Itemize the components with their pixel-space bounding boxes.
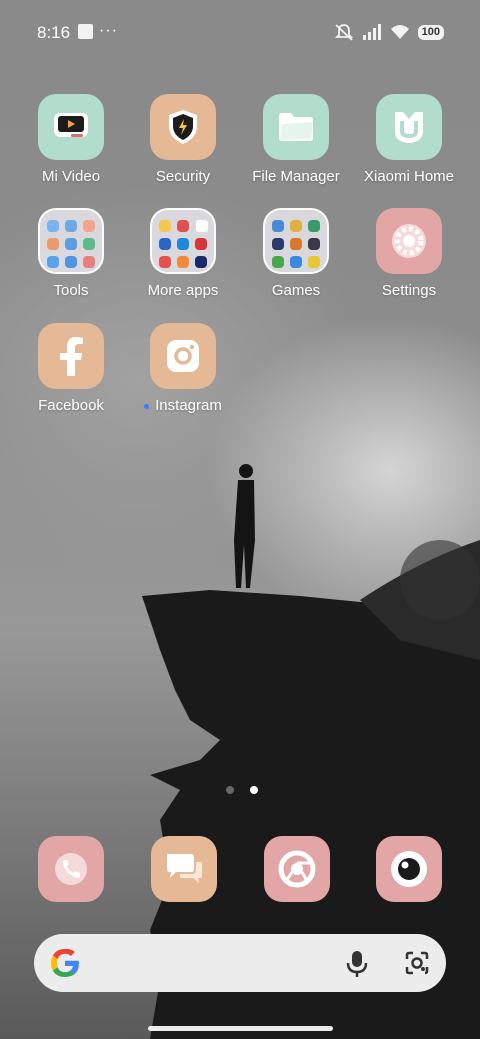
xiaomi-home-icon xyxy=(376,94,442,160)
app-facebook[interactable]: Facebook xyxy=(16,323,126,414)
folder-games[interactable]: Games xyxy=(241,208,351,299)
messages-icon xyxy=(167,854,202,883)
security-shield-icon xyxy=(150,94,216,160)
facebook-icon xyxy=(38,323,104,389)
app-instagram[interactable]: Instagram xyxy=(128,323,238,414)
google-lens-icon[interactable] xyxy=(404,950,430,976)
file-manager-icon xyxy=(263,94,329,160)
google-search-bar[interactable] xyxy=(34,934,446,992)
status-bar: 8:16 ··· 100 xyxy=(0,0,480,64)
clock: 8:16 xyxy=(37,23,71,42)
folder-more-apps[interactable]: More apps xyxy=(128,208,238,299)
silent-icon xyxy=(334,24,353,41)
app-mi-video[interactable]: Mi Video xyxy=(16,94,126,185)
home-gesture-bar[interactable] xyxy=(148,1026,333,1031)
camera-icon xyxy=(391,851,427,887)
folder-tools[interactable]: Tools xyxy=(16,208,126,299)
app-label: Facebook xyxy=(38,397,104,414)
app-label: Instagram xyxy=(155,397,222,414)
instagram-icon xyxy=(150,323,216,389)
more-apps-folder-icon xyxy=(150,208,216,274)
dock-phone[interactable] xyxy=(38,836,104,902)
dock-camera[interactable] xyxy=(376,836,442,902)
chrome-icon xyxy=(278,850,316,888)
app-label: Games xyxy=(271,282,321,299)
page-indicator xyxy=(226,786,258,794)
notification-square-icon xyxy=(78,24,93,39)
app-xiaomi-home[interactable]: Xiaomi Home xyxy=(354,94,464,185)
app-label: Security xyxy=(155,168,211,185)
page-dot[interactable] xyxy=(226,786,234,794)
dock-messages[interactable] xyxy=(151,836,217,902)
app-label: More apps xyxy=(147,282,219,299)
voice-search-icon[interactable] xyxy=(344,950,370,978)
games-folder-icon xyxy=(263,208,329,274)
more-notifications-icon: ··· xyxy=(99,22,118,39)
page-dot-active[interactable] xyxy=(250,786,258,794)
app-label: File Manager xyxy=(252,168,340,185)
app-security[interactable]: Security xyxy=(128,94,238,185)
new-install-dot xyxy=(144,403,150,409)
app-label: Settings xyxy=(381,282,437,299)
google-logo-icon xyxy=(51,948,79,977)
app-label: Xiaomi Home xyxy=(363,168,455,185)
mi-video-icon xyxy=(38,94,104,160)
battery-indicator: 100 xyxy=(417,24,444,40)
phone-icon xyxy=(55,853,87,885)
app-file-manager[interactable]: File Manager xyxy=(241,94,351,185)
signal-icon xyxy=(362,24,381,40)
wifi-icon xyxy=(390,25,409,39)
app-label: Tools xyxy=(53,282,89,299)
tools-folder-icon xyxy=(38,208,104,274)
app-label: Mi Video xyxy=(41,168,101,185)
settings-gear-icon xyxy=(376,208,442,274)
dock-chrome[interactable] xyxy=(264,836,330,902)
app-label-with-dot: Instagram xyxy=(128,397,238,414)
app-settings[interactable]: Settings xyxy=(354,208,464,299)
